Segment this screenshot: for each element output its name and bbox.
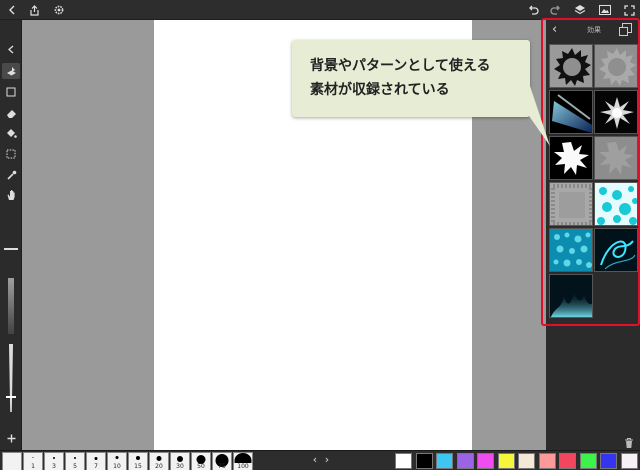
material-tile-frame-texture[interactable] (549, 182, 593, 226)
annotation-callout: 背景やパターンとして使える 素材が収録されている (292, 40, 550, 146)
bottom-palette-bar: 1 3 5 7 10 15 20 30 50 75 100 ‹ › (0, 450, 640, 470)
material-tile-swirl-cyan[interactable] (594, 228, 638, 272)
color-swatch[interactable] (518, 453, 535, 469)
panel-back-icon[interactable]: ‹ (552, 22, 557, 37)
brush-preset[interactable]: 3 (44, 452, 64, 470)
brush-size-label: 100 (234, 463, 252, 470)
panel-header: ‹ 効果 (546, 20, 640, 40)
plus-icon[interactable] (2, 430, 20, 446)
tool-sidebar (0, 20, 22, 450)
hand-icon[interactable] (2, 187, 20, 203)
brush-preset[interactable]: 75 (212, 452, 232, 470)
brush-preset-0[interactable] (2, 452, 22, 470)
color-swatch[interactable] (579, 453, 597, 469)
color-swatch[interactable] (456, 453, 474, 469)
next-arrow-icon[interactable]: › (321, 453, 333, 469)
brush-preset[interactable]: 20 (149, 452, 169, 470)
effects-panel: ‹ 効果 (546, 20, 640, 450)
color-swatch[interactable] (620, 453, 638, 469)
color-swatch[interactable] (415, 453, 433, 469)
redo-icon[interactable] (546, 0, 566, 20)
eyedropper-icon[interactable] (2, 167, 20, 183)
material-tile-empty (594, 274, 638, 318)
fill-bucket-icon[interactable] (2, 125, 20, 141)
color-swatch[interactable] (395, 453, 412, 469)
collapse-icon[interactable] (2, 41, 20, 57)
back-icon[interactable] (2, 0, 22, 20)
material-tile-cyan-pattern[interactable] (594, 182, 638, 226)
brush-preset[interactable]: 5 (65, 452, 85, 470)
undo-icon[interactable] (523, 0, 543, 20)
opacity-slider[interactable] (6, 342, 16, 424)
gear-icon[interactable] (49, 0, 69, 20)
color-swatch[interactable] (600, 453, 617, 469)
eraser-icon[interactable] (2, 105, 20, 121)
color-swatch[interactable] (559, 453, 576, 469)
material-tile-explosion-white[interactable] (549, 136, 593, 180)
brush-size-label: 20 (155, 463, 163, 470)
color-swatch[interactable] (497, 453, 515, 469)
color-swatch[interactable] (477, 453, 494, 469)
material-tile-blue-light-ray[interactable] (549, 90, 593, 134)
color-swatch[interactable] (436, 453, 453, 469)
layer-brush-icon[interactable] (2, 63, 20, 79)
brush-size-label: 10 (113, 463, 121, 470)
fullscreen-icon[interactable] (619, 0, 639, 20)
brush-preset[interactable]: 100 (233, 452, 253, 470)
brush-preset[interactable]: 10 (107, 452, 127, 470)
brush-size-label: 5 (73, 463, 77, 470)
prev-arrow-icon[interactable]: ‹ (309, 453, 321, 469)
brush-size-label: 1 (31, 463, 35, 470)
trash-icon[interactable] (624, 434, 634, 448)
panel-title: 効果 (587, 26, 601, 34)
material-tile-bubbles-cyan[interactable] (549, 228, 593, 272)
callout-pointer (504, 80, 550, 146)
selection-icon[interactable] (2, 146, 20, 162)
brush-size-label: 30 (176, 463, 184, 470)
brush-size-slider[interactable] (4, 248, 18, 334)
brush-size-label: 75 (218, 463, 226, 470)
copy-icon[interactable] (619, 23, 632, 36)
layers-icon[interactable] (570, 0, 590, 20)
share-icon[interactable] (24, 0, 44, 20)
image-icon[interactable] (595, 0, 615, 20)
brush-size-label: 3 (52, 463, 56, 470)
brush-preset[interactable]: 50 (191, 452, 211, 470)
callout-text: 背景やパターンとして使える 素材が収録されている (310, 54, 490, 102)
material-tile-explosion-faint[interactable] (594, 136, 638, 180)
brush-size-label: 15 (134, 463, 142, 470)
top-toolbar (0, 0, 640, 20)
material-tile-starburst-light[interactable] (594, 44, 638, 88)
color-swatch[interactable] (538, 453, 556, 469)
brush-preset[interactable]: 30 (170, 452, 190, 470)
material-tile-spark-white[interactable] (594, 90, 638, 134)
brush-preset[interactable]: 7 (86, 452, 106, 470)
callout-line-2: 素材が収録されている (310, 82, 450, 98)
material-tile-starburst-dark[interactable] (549, 44, 593, 88)
material-tile-blue-flame[interactable] (549, 274, 593, 318)
callout-line-1: 背景やパターンとして使える (310, 58, 491, 74)
brush-size-label: 50 (197, 463, 205, 470)
brush-size-label: 7 (94, 463, 98, 470)
rectangle-icon[interactable] (2, 84, 20, 100)
brush-preset[interactable]: 15 (128, 452, 148, 470)
brush-preset[interactable]: 1 (23, 452, 43, 470)
